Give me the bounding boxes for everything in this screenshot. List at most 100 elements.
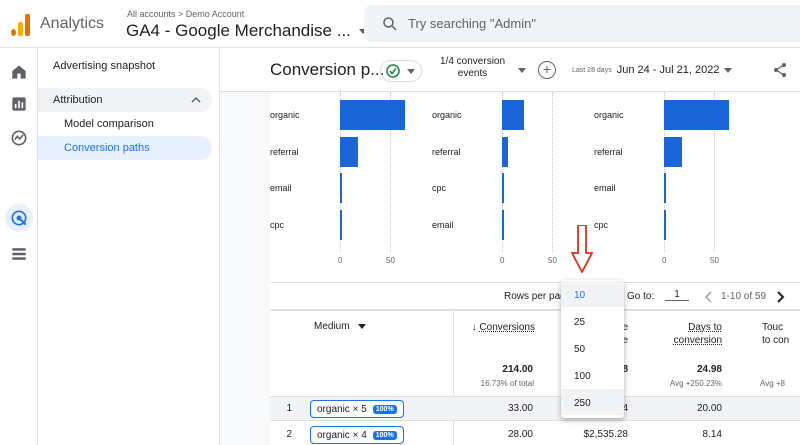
bar-label: cpc [432,183,447,193]
tick-label: 0 [338,256,343,265]
property-name: GA4 - Google Merchandise ... [126,21,351,40]
analytics-logo-icon[interactable] [11,14,31,36]
explore-icon[interactable] [9,128,29,148]
pagination-bar: Rows per page Go to: 1 1-10 of 59 [270,282,800,310]
bar[interactable] [340,173,342,203]
home-icon[interactable] [9,62,29,82]
path-chip-label: organic × 5 [317,403,367,415]
add-comparison-button[interactable]: + [538,61,556,79]
tick-label: 50 [386,256,395,265]
bar-label: email [432,220,454,230]
row-conversions: 28.00 [507,429,533,440]
sidebar-item-label: Conversion paths [64,142,150,154]
dropdown-option[interactable]: 250 [561,389,624,415]
bar-label: referral [432,147,461,157]
date-prefix: Last 28 days [572,66,612,74]
report-header: Conversion p... 1/4 conversion events + … [220,48,800,92]
row-conversions: 33.00 [507,403,533,414]
bar-label: referral [594,147,623,157]
column-header-touchpoints[interactable]: Touc to con [762,321,800,347]
dropdown-option[interactable]: 25 [561,308,624,334]
row-index: 2 [286,429,292,440]
column-header-medium[interactable]: Medium [314,321,366,332]
row-days: 20.00 [696,403,722,414]
bar[interactable] [502,173,504,203]
column-header-label: Medium [314,321,350,332]
percent-badge: 100% [372,404,397,414]
dropdown-option[interactable]: 100 [561,362,624,388]
total-days: 24.98 [696,364,722,375]
conversion-events-line1: 1/4 conversion [440,56,506,67]
tick-label: 50 [710,256,719,265]
bar-label: organic [594,110,624,120]
path-chip[interactable]: organic × 5 100% [310,400,404,418]
row-index: 1 [286,403,292,414]
conversion-events-line2: events [457,68,488,79]
bar[interactable] [664,173,666,203]
path-chip[interactable]: organic × 4 100% [310,426,404,444]
total-conversions-sub: 16.73% of total [480,379,534,388]
bar[interactable] [502,210,504,240]
goto-label: Go to: [627,291,655,302]
bar[interactable] [664,100,729,130]
bar[interactable] [340,137,358,167]
breadcrumb[interactable]: All accounts > Demo Account [127,9,244,19]
column-header-days-to-conversion[interactable]: Days to conversion [650,321,722,347]
goto-input[interactable]: 1 [665,289,689,301]
date-range-selector[interactable]: Last 28 days Jun 24 - Jul 21, 2022 [572,64,733,76]
bar-label: organic [270,110,300,120]
configure-icon[interactable] [9,244,29,264]
red-arrow-down-annotation [571,225,593,273]
sidebar-section-attribution[interactable]: Attribution [38,88,212,112]
sidebar-item-model-comparison[interactable]: Model comparison [64,118,238,130]
bar-label: organic [432,110,462,120]
bar[interactable] [502,137,508,167]
column-header-label-line2: conversion [673,335,722,346]
conversion-events-selector[interactable]: 1/4 conversion events [440,56,505,80]
chevron-left-icon[interactable] [704,291,714,303]
top-bar: Analytics All accounts > Demo Account GA… [0,0,800,48]
status-chip[interactable] [380,60,422,82]
column-header-label-line2: to con [762,335,790,346]
bar[interactable] [340,100,405,130]
sidebar-item-conversion-paths[interactable]: Conversion paths [38,136,212,160]
path-chip-label: organic × 4 [317,429,367,441]
column-header-label-line1: Touc [762,322,784,333]
row-revenue: $2,535.28 [583,429,629,440]
total-days-sub: Avg +250.23% [669,379,722,388]
check-circle-icon [386,64,400,78]
search-bar[interactable]: Try searching "Admin" [364,5,800,42]
chevron-down-icon[interactable] [518,68,526,73]
tick-label: 50 [548,256,557,265]
share-icon[interactable] [772,62,788,78]
column-header-conversions[interactable]: ↓ Conversions [465,321,535,334]
bar-label: cpc [270,220,285,230]
search-icon [383,17,397,31]
reports-icon[interactable] [9,94,29,114]
tick-label: 0 [500,256,505,265]
bar[interactable] [340,210,342,240]
percent-badge: 100% [372,430,397,440]
bar[interactable] [502,100,524,130]
sidebar: Advertising snapshot Attribution Model c… [38,48,220,445]
property-selector[interactable]: GA4 - Google Merchandise ... [126,21,367,41]
chevron-down-icon [407,69,415,74]
dropdown-option[interactable]: 50 [561,335,624,361]
bar-label: email [594,183,616,193]
chevron-up-icon [191,96,201,103]
page-title: Conversion p... [270,60,385,79]
search-input[interactable]: Try searching "Admin" [408,16,536,31]
column-header-label-line1: Days to [688,322,722,333]
bar[interactable] [664,137,682,167]
chevron-right-icon[interactable] [775,291,785,303]
app-name: Analytics [40,15,105,32]
dropdown-option[interactable]: 10 [561,281,624,307]
bar-label: cpc [594,220,609,230]
bar[interactable] [664,210,666,240]
sidebar-item-advertising-snapshot[interactable]: Advertising snapshot [53,60,227,72]
chevron-down-icon [724,67,733,73]
nav-rail [0,48,38,445]
advertising-icon[interactable] [9,208,29,228]
tick-label: 0 [662,256,667,265]
rows-per-page-dropdown: 10 25 50 100 250 [561,280,624,418]
